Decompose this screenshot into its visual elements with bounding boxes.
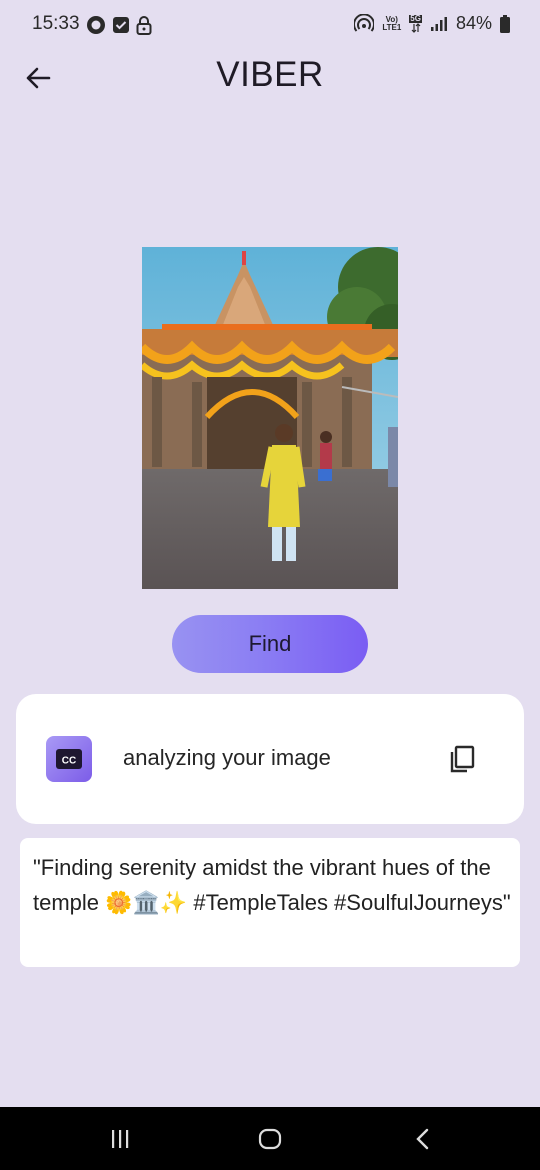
signal-icon — [430, 16, 447, 31]
copy-button[interactable] — [446, 743, 478, 775]
app-title: VIBER — [216, 55, 324, 94]
home-icon — [258, 1128, 282, 1150]
temple-photo-image — [142, 247, 398, 589]
status-bar: 15:33 Vo) LTE1 5G 84% — [0, 0, 540, 52]
status-notification-icons — [86, 15, 152, 35]
closed-caption-icon: CC — [46, 736, 92, 782]
hotspot-icon — [354, 13, 375, 32]
cc-badge-text: CC — [62, 756, 76, 767]
copy-icon — [450, 745, 475, 773]
status-system-icons: Vo) LTE1 5G 84% — [354, 13, 510, 34]
checkbox-icon — [113, 17, 129, 33]
selected-photo[interactable] — [142, 247, 398, 589]
system-nav-bar — [0, 1107, 540, 1170]
data-arrows-icon — [411, 22, 421, 33]
5g-label: 5G — [409, 13, 422, 23]
home-button[interactable] — [250, 1123, 290, 1155]
app-screen: 15:33 Vo) LTE1 5G 84% VIBER Find CC anal… — [0, 0, 540, 1170]
recents-button[interactable] — [100, 1123, 140, 1155]
analysis-card: CC analyzing your image — [16, 694, 524, 824]
generated-caption[interactable]: "Finding serenity amidst the vibrant hue… — [33, 850, 513, 920]
system-back-button[interactable] — [403, 1123, 443, 1155]
battery-icon — [500, 14, 510, 33]
5g-indicator: 5G — [409, 13, 422, 33]
find-button-label: Find — [248, 631, 292, 656]
lte-label: LTE1 — [382, 22, 402, 32]
volte-indicator: Vo) LTE1 — [382, 15, 402, 32]
record-icon — [87, 16, 105, 34]
battery-percent: 84% — [455, 13, 492, 33]
analysis-status-text: analyzing your image — [123, 745, 331, 770]
status-time: 15:33 — [32, 13, 80, 34]
find-button[interactable]: Find — [172, 615, 368, 673]
lock-icon — [136, 16, 152, 35]
caption-card: "Finding serenity amidst the vibrant hue… — [20, 838, 520, 967]
recents-icon — [112, 1130, 129, 1148]
chevron-left-icon — [416, 1128, 429, 1150]
